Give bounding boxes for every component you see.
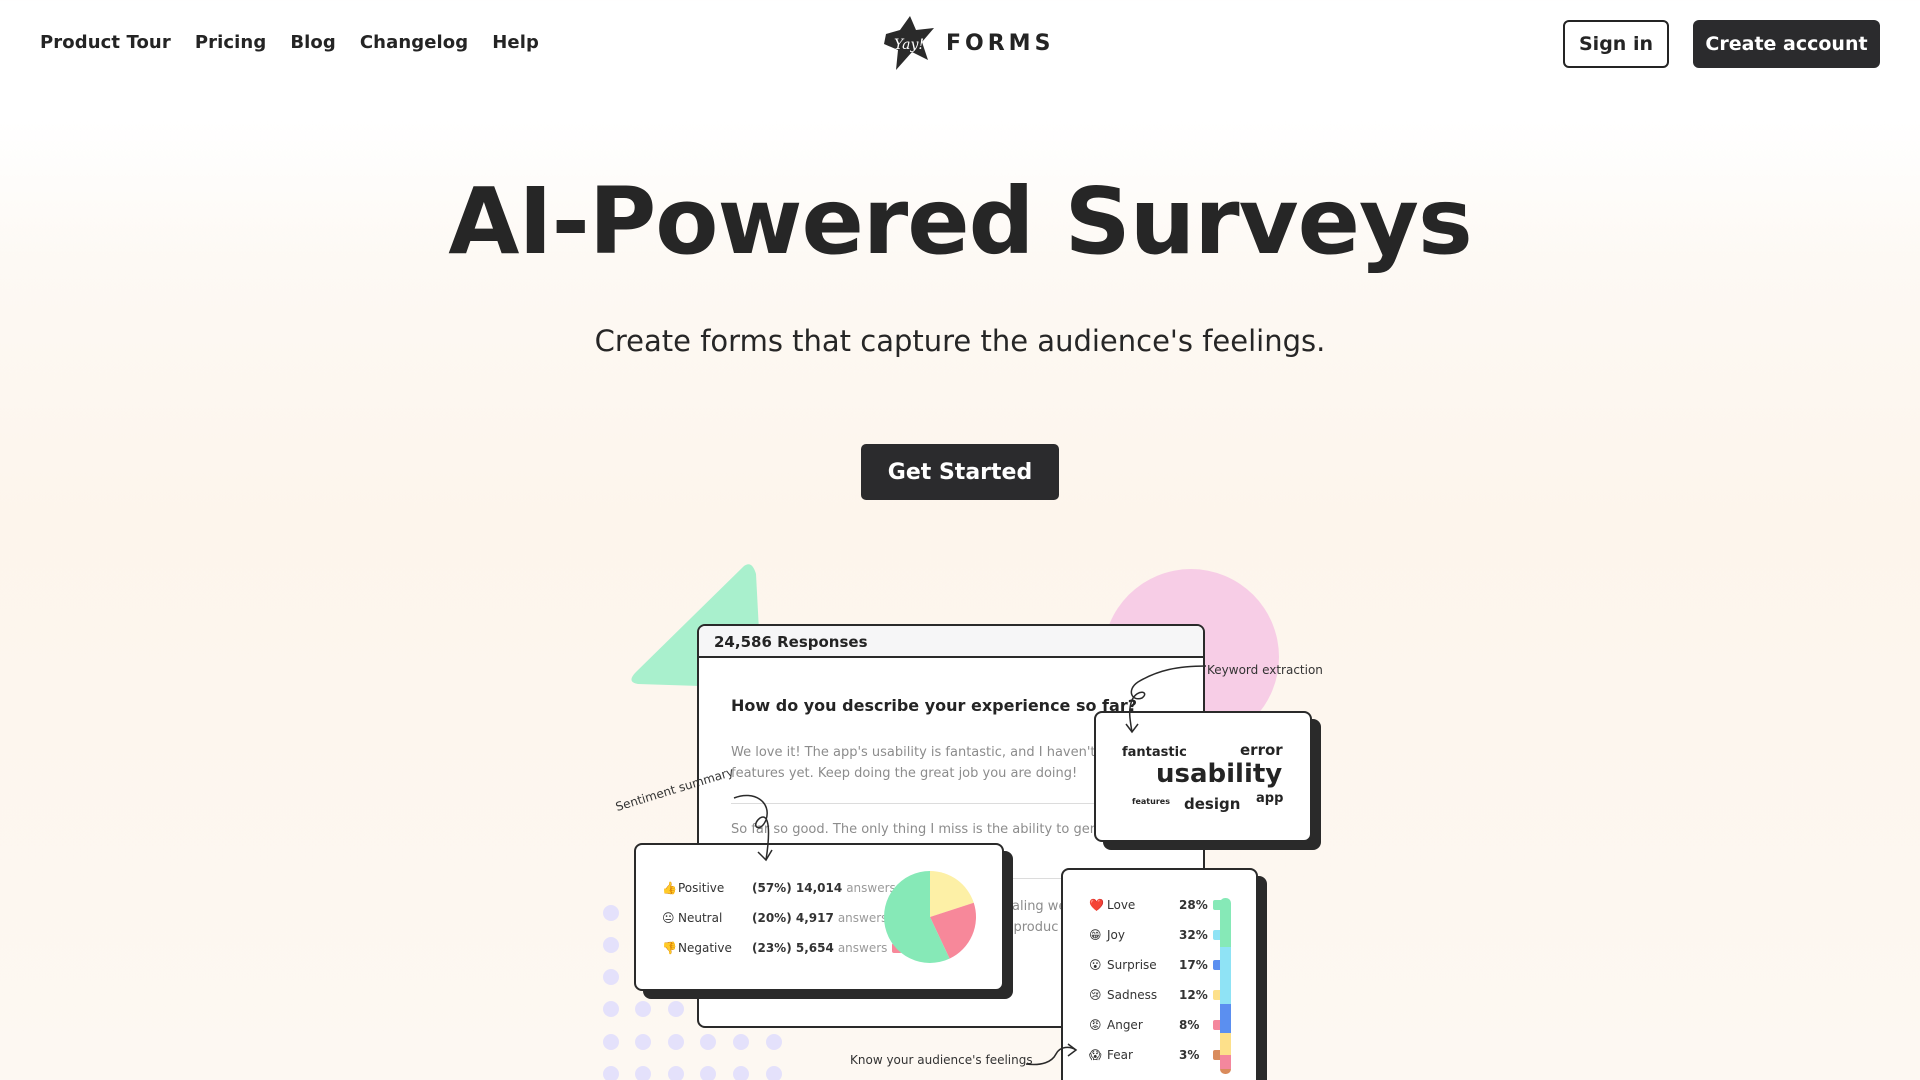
emotion-label: Anger — [1107, 1018, 1143, 1032]
emotion-pct: 32% — [1179, 928, 1208, 942]
thumbs-down-icon: 👎 — [662, 941, 677, 955]
neutral-face-icon: 😐 — [662, 911, 675, 925]
sentiment-value: (23%) 5,654 — [752, 941, 834, 955]
sign-in-button[interactable]: Sign in — [1563, 20, 1669, 68]
thumbs-up-icon: 👍 — [662, 881, 677, 895]
keyword-app: app — [1256, 791, 1284, 806]
logo[interactable]: Yay! FORMS — [880, 14, 1054, 72]
emotion-pct: 3% — [1179, 1048, 1200, 1062]
nav-link-pricing[interactable]: Pricing — [195, 32, 266, 53]
sentiment-value: (20%) 4,917 — [752, 911, 834, 925]
bar-segment-love — [1220, 898, 1231, 948]
angry-face-icon: 😡 — [1089, 1018, 1102, 1032]
sentiment-pie-chart — [884, 871, 976, 963]
keyword-error: error — [1240, 741, 1283, 759]
nav-link-changelog[interactable]: Changelog — [360, 32, 468, 53]
bar-segment-sadness — [1220, 1033, 1231, 1055]
sentiment-label: Positive — [678, 881, 725, 895]
sentiment-row-neutral: 😐 Neutral (20%) 4,917 answers — [662, 911, 902, 925]
emotion-label: Fear — [1107, 1048, 1133, 1062]
emotion-row-love: ❤️ Love 28% — [1089, 898, 1223, 912]
sentiment-summary-card: 👍 Positive (57%) 14,014 answers 😐 Neutra… — [634, 843, 1004, 991]
emotion-pct: 17% — [1179, 958, 1208, 972]
survey-question: How do you describe your experience so f… — [731, 696, 1137, 715]
annotation-know-feelings: Know your audience's feelings — [850, 1053, 1033, 1067]
emotion-pct: 8% — [1179, 1018, 1200, 1032]
keyword-fantastic: fantastic — [1122, 745, 1187, 760]
emotion-label: Sadness — [1107, 988, 1158, 1002]
keyword-design: design — [1184, 795, 1241, 813]
emotion-pct: 28% — [1179, 898, 1208, 912]
nav-link-product-tour[interactable]: Product Tour — [40, 32, 171, 53]
logo-mark-icon: Yay! — [884, 16, 934, 70]
emotion-label: Love — [1107, 898, 1136, 912]
sentiment-unit: answers — [837, 941, 888, 955]
emotions-card: ❤️ Love 28% 😁 Joy 32% 😮 Surprise 17% 😢 S… — [1061, 868, 1258, 1080]
nav-links: Product Tour Pricing Blog Changelog Help — [40, 32, 539, 53]
emotion-row-joy: 😁 Joy 32% — [1089, 928, 1223, 942]
sad-face-icon: 😢 — [1089, 988, 1102, 1002]
logo-wordmark: FORMS — [946, 30, 1055, 56]
create-account-button[interactable]: Create account — [1693, 20, 1880, 68]
surprised-face-icon: 😮 — [1089, 958, 1102, 972]
sentiment-value: (57%) 14,014 — [752, 881, 843, 895]
scream-face-icon: 😱 — [1089, 1048, 1102, 1062]
bar-segment-surprise — [1220, 1003, 1231, 1034]
grin-face-icon: 😁 — [1089, 928, 1102, 942]
emotion-row-surprise: 😮 Surprise 17% — [1089, 958, 1223, 972]
logo-mark-text: Yay! — [894, 37, 924, 53]
sentiment-label: Neutral — [678, 911, 723, 925]
hero-subtitle: Create forms that capture the audience's… — [594, 324, 1326, 358]
sentiment-unit: answers — [837, 911, 888, 925]
nav-link-help[interactable]: Help — [492, 32, 539, 53]
heart-icon: ❤️ — [1089, 898, 1104, 912]
bar-segment-fear — [1220, 1068, 1231, 1074]
emotion-label: Surprise — [1107, 958, 1157, 972]
sentiment-row-negative: 👎 Negative (23%) 5,654 answers — [662, 941, 902, 955]
emotion-stacked-bar — [1220, 898, 1231, 1074]
keyword-usability: usability — [1156, 759, 1283, 789]
emotion-row-fear: 😱 Fear 3% — [1089, 1048, 1223, 1062]
emotion-label: Joy — [1107, 928, 1125, 942]
sentiment-row-positive: 👍 Positive (57%) 14,014 answers — [662, 881, 911, 895]
top-nav: Product Tour Pricing Blog Changelog Help… — [0, 0, 1920, 90]
nav-link-blog[interactable]: Blog — [290, 32, 336, 53]
keyword-features: features — [1132, 797, 1170, 806]
emotion-row-anger: 😡 Anger 8% — [1089, 1018, 1223, 1032]
arrow-feelings-icon — [1025, 1043, 1078, 1066]
arrow-sentiment-icon — [733, 794, 773, 862]
get-started-button[interactable]: Get Started — [861, 444, 1059, 500]
bar-segment-joy — [1220, 947, 1231, 1004]
bar-segment-anger — [1220, 1054, 1231, 1069]
arrow-keyword-icon — [1125, 665, 1207, 734]
emotion-pct: 12% — [1179, 988, 1208, 1002]
annotation-keyword-extraction: Keyword extraction — [1207, 663, 1323, 677]
sentiment-label: Negative — [678, 941, 732, 955]
responses-count: 24,586 Responses — [699, 626, 1203, 658]
hero-title: AI-Powered Surveys — [448, 168, 1473, 275]
emotion-row-sadness: 😢 Sadness 12% — [1089, 988, 1223, 1002]
